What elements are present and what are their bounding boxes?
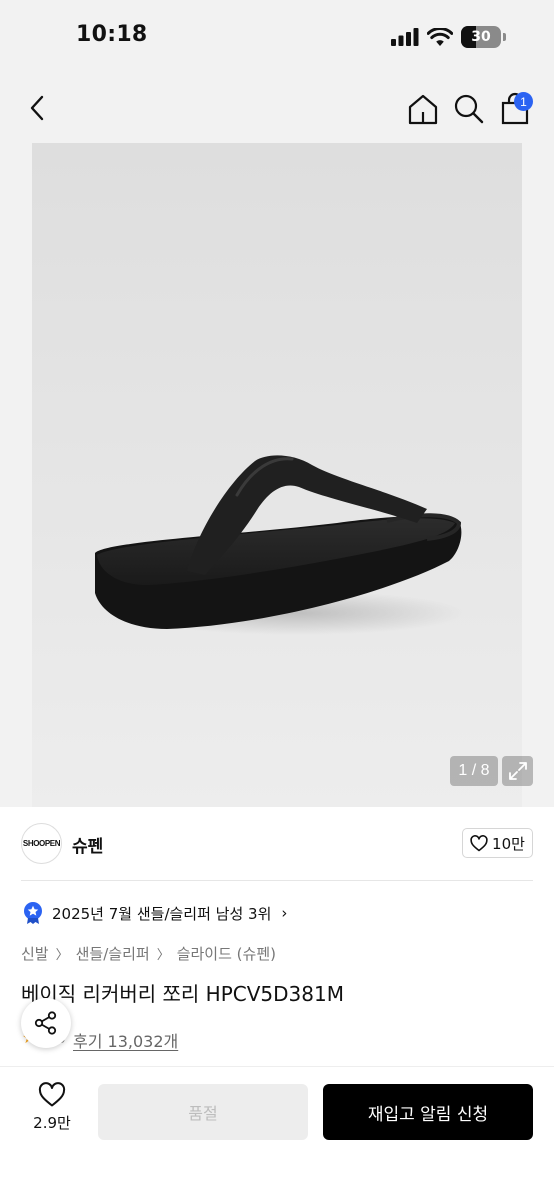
product-title: 베이직 리커버리 쪼리 HPCV5D381M [21,982,344,1006]
expand-icon [508,762,527,780]
soldout-button: 품절 [98,1084,308,1140]
search-button[interactable] [452,92,486,126]
status-time: 10:18 [76,22,148,47]
status-bar: 10:18 30 [0,0,554,76]
chevron-right-icon: › [281,904,288,922]
battery-icon: 30 [461,26,501,48]
cellular-signal-icon [391,28,419,46]
share-button[interactable] [21,998,71,1048]
home-icon [408,94,438,125]
back-icon [30,95,44,121]
ranking-link[interactable]: 2025년 7월 샌들/슬리퍼 남성 3위 › [22,901,287,925]
breadcrumb-item-slides[interactable]: 슬라이드 (슈펜) [177,943,276,964]
wishlist-button[interactable]: 2.9만 [22,1082,82,1140]
product-detail-page: 10:18 30 1 1 / 8 SHOOPEN 슈펜 10만 2025년 7월… [0,0,554,1200]
battery-cap [503,33,506,41]
product-image[interactable] [32,143,522,807]
ranking-text: 2025년 7월 샌들/슬리퍼 남성 3위 [52,904,272,923]
back-button[interactable] [22,92,54,124]
brand-name[interactable]: 슈펜 [72,832,103,857]
breadcrumb-separator-icon: 〉 [55,948,69,963]
heart-icon [470,834,488,851]
breadcrumb: 신발 〉 샌들/슬리퍼 〉 슬라이드 (슈펜) [21,943,276,964]
breadcrumb-item-shoes[interactable]: 신발 [21,943,49,964]
restock-alert-button[interactable]: 재입고 알림 신청 [323,1084,533,1140]
cart-count-badge: 1 [514,92,533,111]
brand-like-button[interactable]: 10만 [462,828,533,858]
wishlist-count: 2.9만 [33,1114,71,1132]
product-gallery[interactable] [0,143,554,807]
brand-like-count: 10만 [492,834,525,853]
breadcrumb-item-sandals[interactable]: 샌들/슬리퍼 [76,943,150,964]
breadcrumb-separator-icon: 〉 [156,948,170,963]
divider [21,880,533,881]
flip-flop-sandal-image [95,455,467,635]
medal-icon [24,902,42,924]
home-button[interactable] [406,92,440,126]
battery-level: 30 [471,29,491,45]
brand-logo[interactable]: SHOOPEN [21,823,62,864]
gallery-page-indicator: 1 / 8 [450,756,498,786]
review-count-link[interactable]: 후기 13,032개 [73,1028,178,1052]
brand-logo-text: SHOOPEN [22,839,61,848]
status-icons: 30 [391,26,506,48]
wifi-icon [427,27,453,46]
heart-icon [38,1082,66,1107]
expand-image-button[interactable] [502,756,533,786]
share-icon [34,1011,57,1035]
search-icon [454,94,484,124]
